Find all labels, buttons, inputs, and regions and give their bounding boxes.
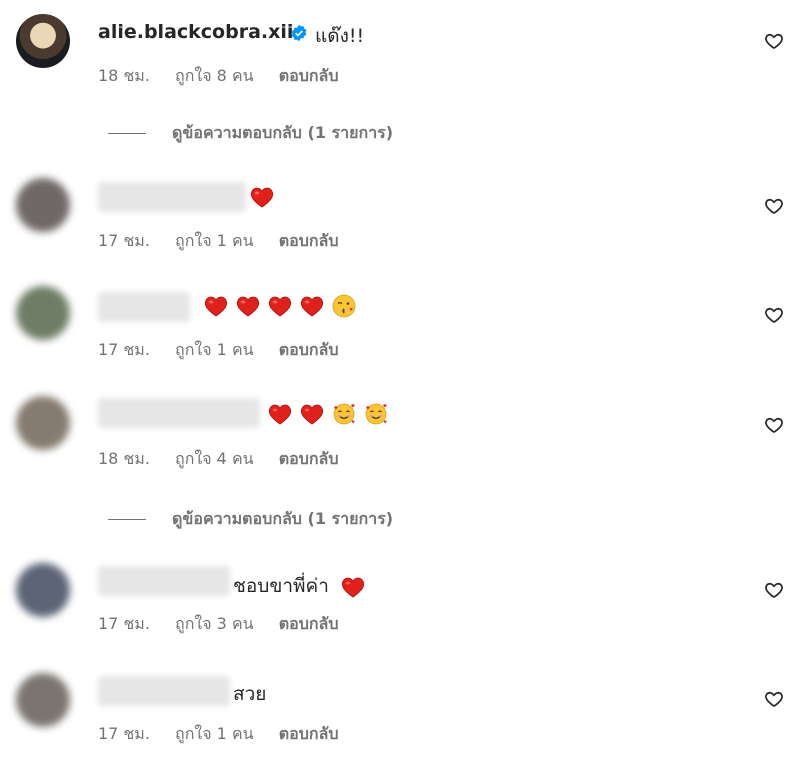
username-blurred[interactable]	[98, 676, 230, 706]
username-blurred[interactable]	[98, 182, 246, 212]
red-heart-emoji	[268, 403, 292, 425]
avatar[interactable]	[16, 14, 70, 68]
red-heart-emoji	[236, 295, 260, 317]
avatar[interactable]	[16, 286, 70, 340]
kissing-face-emoji	[332, 294, 356, 318]
replies-divider	[108, 133, 146, 134]
like-heart-icon[interactable]	[764, 196, 784, 216]
comment-text: สวย	[233, 683, 267, 705]
comment-text	[250, 185, 282, 208]
red-heart-emoji	[250, 186, 274, 208]
timestamp: 17 ชม.	[98, 724, 150, 743]
reply-button[interactable]: ตอบกลับ	[279, 231, 339, 250]
timestamp: 17 ชม.	[98, 614, 150, 633]
like-heart-icon[interactable]	[764, 415, 784, 435]
like-count[interactable]: ถูกใจ 1 คน	[175, 340, 254, 359]
reply-button[interactable]: ตอบกลับ	[279, 724, 339, 743]
like-count[interactable]: ถูกใจ 4 คน	[175, 449, 254, 468]
view-replies-button[interactable]: ดูข้อความตอบกลับ (1 รายการ)	[108, 507, 393, 532]
like-heart-icon[interactable]	[764, 580, 784, 600]
comment-text	[204, 294, 364, 318]
avatar[interactable]	[16, 563, 70, 617]
timestamp: 18 ชม.	[98, 449, 150, 468]
reply-button[interactable]: ตอบกลับ	[279, 449, 339, 468]
comment-meta: 17 ชม. ถูกใจ 3 คน ตอบกลับ	[98, 612, 359, 637]
like-count[interactable]: ถูกใจ 8 คน	[175, 66, 254, 85]
comment-meta: 17 ชม. ถูกใจ 1 คน ตอบกลับ	[98, 338, 359, 363]
red-heart-emoji	[204, 295, 228, 317]
username-blurred[interactable]	[98, 398, 260, 428]
like-count[interactable]: ถูกใจ 1 คน	[175, 724, 254, 743]
comment-meta: 18 ชม. ถูกใจ 8 คน ตอบกลับ	[98, 64, 359, 89]
like-heart-icon[interactable]	[764, 31, 784, 51]
red-heart-emoji	[341, 576, 365, 598]
red-heart-emoji	[268, 295, 292, 317]
comment-text-content: ชอบขาพี่ค่า	[233, 575, 329, 597]
username[interactable]: alie.blackcobra.xii	[98, 21, 293, 43]
avatar[interactable]	[16, 396, 70, 450]
timestamp: 17 ชม.	[98, 340, 150, 359]
comment-meta: 17 ชม. ถูกใจ 1 คน ตอบกลับ	[98, 722, 359, 747]
smiling-face-with-hearts-emoji	[364, 402, 388, 426]
view-replies-button[interactable]: ดูข้อความตอบกลับ (1 รายการ)	[108, 121, 393, 146]
like-count[interactable]: ถูกใจ 1 คน	[175, 231, 254, 250]
avatar[interactable]	[16, 178, 70, 232]
like-heart-icon[interactable]	[764, 305, 784, 325]
comment-text	[268, 402, 396, 426]
reply-button[interactable]: ตอบกลับ	[279, 340, 339, 359]
timestamp: 18 ชม.	[98, 66, 150, 85]
reply-button[interactable]: ตอบกลับ	[279, 66, 339, 85]
comment-meta: 17 ชม. ถูกใจ 1 คน ตอบกลับ	[98, 229, 359, 254]
red-heart-emoji	[300, 403, 324, 425]
like-count[interactable]: ถูกใจ 3 คน	[175, 614, 254, 633]
timestamp: 17 ชม.	[98, 231, 150, 250]
verified-badge-icon	[291, 24, 307, 42]
replies-divider	[108, 519, 146, 520]
username-blurred[interactable]	[98, 566, 230, 596]
reply-button[interactable]: ตอบกลับ	[279, 614, 339, 633]
comment-meta: 18 ชม. ถูกใจ 4 คน ตอบกลับ	[98, 447, 359, 472]
like-heart-icon[interactable]	[764, 689, 784, 709]
avatar[interactable]	[16, 673, 70, 727]
username-blurred[interactable]	[98, 292, 190, 322]
red-heart-emoji	[300, 295, 324, 317]
comment-text: ชอบขาพี่ค่า	[233, 571, 373, 601]
smiling-face-with-hearts-emoji	[332, 402, 356, 426]
comment-text: แด๊ง!!	[315, 25, 365, 47]
